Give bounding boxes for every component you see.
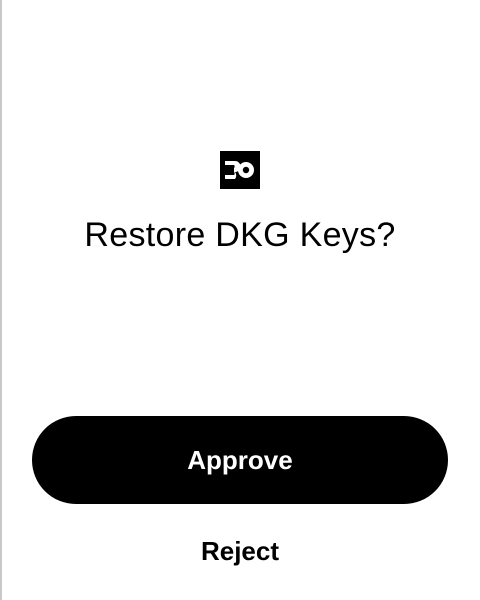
reject-button[interactable]: Reject bbox=[140, 530, 340, 572]
brand-logo-icon bbox=[220, 151, 260, 189]
approve-button[interactable]: Approve bbox=[32, 416, 448, 504]
page-title: Restore DKG Keys? bbox=[84, 216, 396, 254]
window-edge-divider bbox=[0, 0, 2, 600]
